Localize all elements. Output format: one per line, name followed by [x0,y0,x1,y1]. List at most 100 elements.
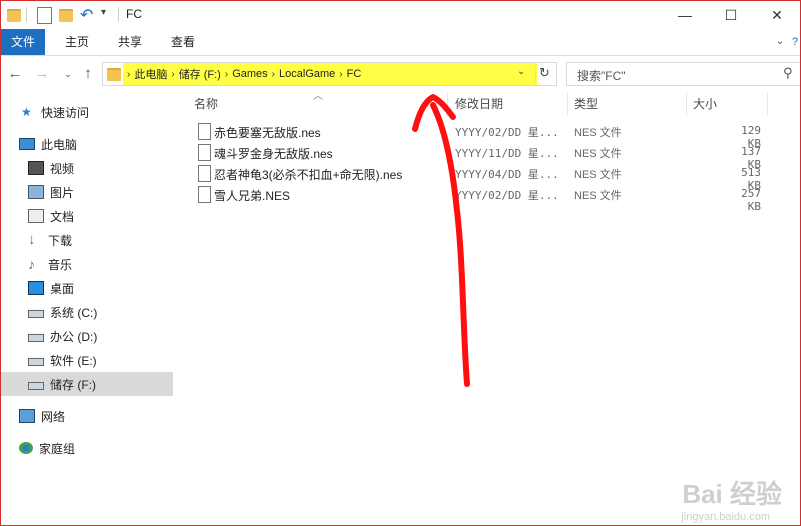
refresh-icon[interactable]: ↻ [539,65,550,81]
download-icon: ↓ [28,231,36,248]
tab-view[interactable]: 查看 [162,29,204,55]
drive-icon [28,310,44,318]
minimize-button[interactable]: — [662,1,708,29]
drive-icon [28,334,44,342]
drive-icon [28,358,44,366]
nav-label: 办公 (D:) [50,329,98,344]
chevron-right-icon: › [339,68,343,80]
address-dropdown-icon[interactable]: ⌄ [517,66,525,77]
file-icon [198,165,211,182]
customize-quick-access-icon[interactable]: ▾ [101,7,106,25]
nav-item-quick-access[interactable]: ★ 快速访问 [1,100,193,124]
nav-label: 视频 [50,161,75,176]
forward-icon[interactable]: → [33,64,51,84]
nav-item-drive-c[interactable]: 系统 (C:) [1,300,200,324]
up-icon[interactable]: ↑ [79,64,97,84]
chevron-right-icon: › [224,68,229,80]
star-icon: ★ [21,105,32,119]
chevron-right-icon: › [271,68,276,80]
nav-label: 快速访问 [41,105,90,120]
ribbon-tabs: 文件 主页 共享 查看 ⌄ ? [1,29,800,56]
breadcrumb-this-pc[interactable]: 此电脑 [134,66,167,82]
file-name: 忍者神龟3(必杀不扣血+命无限).nes [214,168,403,182]
undo-icon[interactable]: ↶ [80,5,93,24]
nav-item-documents[interactable]: 文档 [1,204,200,228]
file-date: YYYY/11/DD 星... [455,147,559,160]
drive-icon [28,382,44,390]
file-date: YYYY/02/DD 星... [455,189,559,202]
window-title: FC [126,7,142,21]
nav-label: 此电脑 [41,137,78,152]
folder-icon [7,6,21,24]
file-icon [198,186,211,203]
column-date[interactable]: 修改日期 [455,93,503,115]
tab-share[interactable]: 共享 [109,29,151,55]
title-bar: ↶ ▾ FC — ☐ ✕ [1,1,800,29]
nav-item-music[interactable]: ♪ 音乐 [1,252,200,276]
nav-label: 储存 (F:) [50,377,96,392]
nav-item-this-pc[interactable]: 此电脑 [1,132,191,156]
breadcrumb-games[interactable]: Games [232,68,267,80]
column-headers: ︿ 名称 修改日期 类型 大小 [189,91,800,115]
nav-item-pictures[interactable]: 图片 [1,180,200,204]
nav-label: 软件 (E:) [50,353,97,368]
breadcrumb-fc[interactable]: FC [347,68,362,80]
column-size[interactable]: 大小 [693,93,717,115]
nav-label: 桌面 [50,281,75,296]
file-type: NES 文件 [574,190,622,202]
back-icon[interactable]: ← [6,64,24,84]
chevron-right-icon: › [127,68,131,80]
close-button[interactable]: ✕ [754,1,800,29]
divider [686,93,687,115]
properties-icon[interactable] [37,7,52,24]
column-type[interactable]: 类型 [574,93,598,115]
nav-item-drive-e[interactable]: 软件 (E:) [1,348,200,372]
breadcrumb-storage-f[interactable]: 储存 (F:) [179,66,221,82]
file-date: YYYY/02/DD 星... [455,126,559,139]
breadcrumb: › 此电脑 › 储存 (F:) › Games › LocalGame › FC [127,63,361,85]
nav-item-desktop[interactable]: 桌面 [1,276,200,300]
address-row: ← → ⌄ ↑ › 此电脑 › 储存 (F:) › Games › LocalG… [1,56,800,92]
file-row[interactable]: 赤色要塞无敌版.nes YYYY/02/DD 星... NES 文件 129 K… [189,121,800,150]
file-type: NES 文件 [574,148,622,160]
maximize-button[interactable]: ☐ [708,1,754,29]
video-icon [28,161,44,175]
nav-label: 下载 [48,233,73,248]
nav-label: 文档 [50,209,75,224]
column-name[interactable]: 名称 [194,93,218,115]
nav-item-downloads[interactable]: ↓ 下载 [1,228,200,252]
search-placeholder: 搜索"FC" [577,69,626,83]
nav-item-video[interactable]: 视频 [1,156,200,180]
nav-label: 网络 [41,409,66,424]
file-name: 赤色要塞无敌版.nes [214,126,321,140]
new-folder-icon[interactable] [59,6,73,24]
nav-item-drive-d[interactable]: 办公 (D:) [1,324,200,348]
nav-item-network[interactable]: 网络 [1,404,191,428]
computer-icon [19,138,35,150]
pictures-icon [28,185,44,199]
file-row[interactable]: 雪人兄弟.NES YYYY/02/DD 星... NES 文件 257 KB [189,184,800,213]
file-size: 257 KB [741,187,761,213]
sort-ascending-icon: ︿ [313,91,323,102]
network-icon [19,409,35,423]
help-icon[interactable]: ? [789,29,800,55]
file-row[interactable]: 忍者神龟3(必杀不扣血+命无限).nes YYYY/04/DD 星... NES… [189,163,800,192]
tab-file[interactable]: 文件 [1,29,45,55]
nav-item-drive-f[interactable]: 储存 (F:) [1,372,173,396]
file-icon [198,144,211,161]
divider [447,93,448,115]
search-input[interactable]: 搜索"FC" ⚲ [566,62,800,86]
desktop-icon [28,281,44,295]
file-icon [198,123,211,140]
divider [767,93,768,115]
file-type: NES 文件 [574,127,622,139]
tab-home[interactable]: 主页 [56,29,98,55]
recent-locations-icon[interactable]: ⌄ [59,64,77,84]
address-bar[interactable]: › 此电脑 › 储存 (F:) › Games › LocalGame › FC… [102,62,557,86]
expand-ribbon-icon[interactable]: ⌄ [771,29,789,55]
watermark-logo: Bai 经验 [682,479,782,509]
search-icon[interactable]: ⚲ [783,65,793,81]
file-row[interactable]: 魂斗罗金身无敌版.nes YYYY/11/DD 星... NES 文件 137 … [189,142,800,171]
breadcrumb-localgame[interactable]: LocalGame [279,68,335,80]
nav-item-homegroup[interactable]: 家庭组 [1,436,191,460]
